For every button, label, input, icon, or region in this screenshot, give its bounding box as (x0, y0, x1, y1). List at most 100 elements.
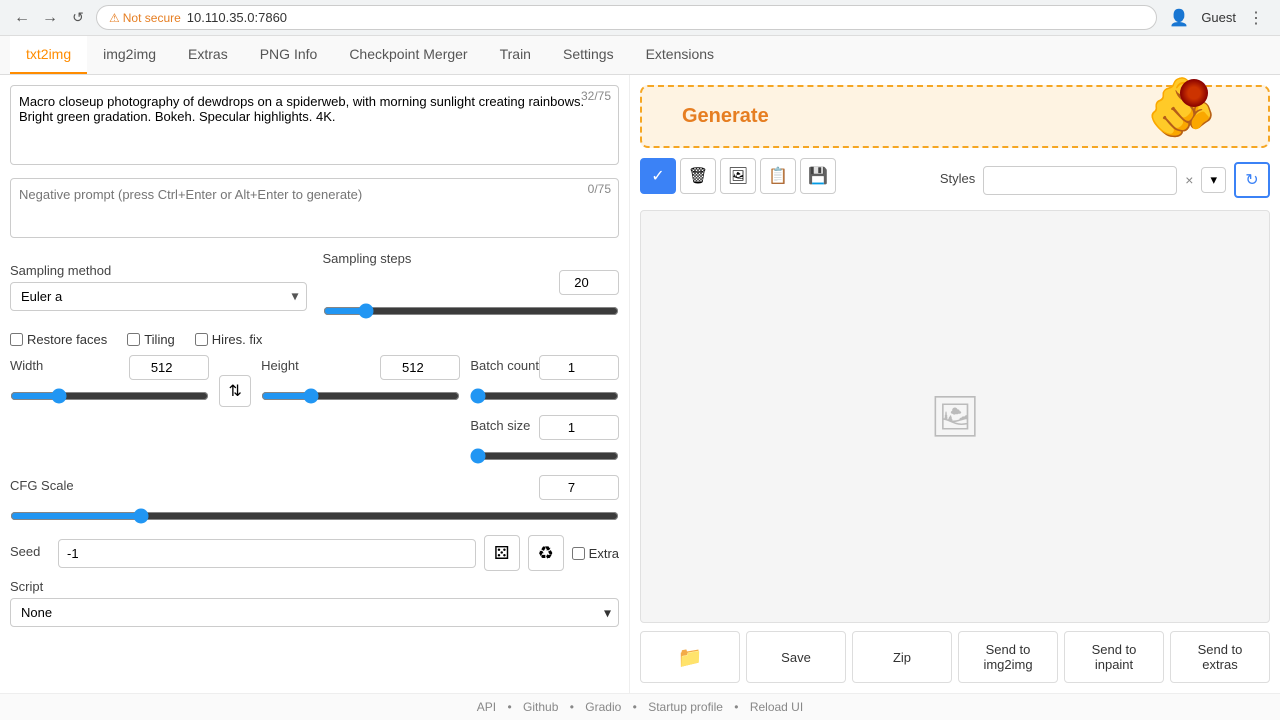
negative-token-count: 0/75 (588, 182, 611, 196)
send-to-img2img-button[interactable]: Send to img2img (958, 631, 1058, 683)
sampling-method-col: Sampling method Euler a Euler LMS Heun D… (10, 263, 307, 311)
width-col: Width (10, 355, 209, 407)
back-button[interactable]: ← (12, 8, 32, 28)
generate-button[interactable]: Generate (662, 97, 789, 136)
warning-icon: ⚠ (109, 11, 120, 25)
recycle-icon: ♻ (538, 543, 554, 564)
tiling-checkbox[interactable] (127, 333, 140, 346)
styles-input[interactable] (983, 166, 1177, 195)
sampling-method-select[interactable]: Euler a Euler LMS Heun DPM2 DPM2 a DPM++… (10, 282, 307, 311)
tab-extensions[interactable]: Extensions (630, 36, 730, 74)
send-to-extras-button[interactable]: Send to extras (1170, 631, 1270, 683)
cfg-input[interactable] (539, 475, 619, 500)
sampling-method-wrapper: Euler a Euler LMS Heun DPM2 DPM2 a DPM++… (10, 282, 307, 311)
tab-txt2img[interactable]: txt2img (10, 36, 87, 74)
seed-row: Seed ⚄ ♻ Extra (10, 535, 619, 571)
batch-size-slider[interactable] (470, 448, 619, 464)
save-button[interactable]: 💾 (800, 158, 836, 194)
dice-icon: ⚄ (494, 543, 510, 564)
sampling-method-label: Sampling method (10, 263, 307, 278)
negative-prompt-input[interactable] (10, 178, 619, 238)
footer-api-link[interactable]: API (477, 700, 496, 714)
clipboard-button[interactable]: 📋 (760, 158, 796, 194)
tab-train[interactable]: Train (484, 36, 547, 74)
browser-bar: ← → ↺ ⚠ Not secure 10.110.35.0:7860 👤 Gu… (0, 0, 1280, 36)
footer-gradio-link[interactable]: Gradio (585, 700, 621, 714)
tab-checkpoint-merger[interactable]: Checkpoint Merger (333, 36, 483, 74)
seed-dice-button[interactable]: ⚄ (484, 535, 520, 571)
action-buttons: 📁 Save Zip Send to img2img Send to inpai… (640, 631, 1270, 683)
script-select[interactable]: None (10, 598, 619, 627)
trash-button[interactable]: 🗑 (680, 158, 716, 194)
restore-faces-checkbox[interactable] (10, 333, 23, 346)
styles-label: Styles (940, 171, 975, 186)
batch-count-input[interactable] (539, 355, 619, 380)
save-image-button[interactable]: Save (746, 631, 846, 683)
image-button[interactable]: 🖼 (720, 158, 756, 194)
cursor-dot (1180, 79, 1208, 107)
account-label: Guest (1201, 10, 1236, 25)
forward-button[interactable]: → (40, 8, 60, 28)
tiling-label[interactable]: Tiling (127, 332, 175, 347)
batch-count-slider[interactable] (470, 388, 619, 404)
refresh-styles-button[interactable]: ↻ (1234, 162, 1270, 198)
toolbar-icons: ✓ 🗑 🖼 📋 💾 (640, 158, 836, 194)
tab-extras[interactable]: Extras (172, 36, 244, 74)
width-label: Width (10, 358, 43, 373)
seed-input[interactable] (58, 539, 476, 568)
swap-dimensions-button[interactable]: ⇅ (219, 375, 251, 407)
cursor-hand-icon: 🫵 (1146, 75, 1218, 140)
footer: API • Github • Gradio • Startup profile … (0, 693, 1280, 720)
sampling-steps-col: Sampling steps (323, 251, 620, 322)
checkmark-button[interactable]: ✓ (640, 158, 676, 194)
restore-faces-label[interactable]: Restore faces (10, 332, 107, 347)
positive-token-count: 32/75 (581, 89, 611, 103)
main-content: 32/75 0/75 Sampling method Euler a Euler… (0, 75, 1280, 693)
tab-settings[interactable]: Settings (547, 36, 630, 74)
positive-prompt-input[interactable] (10, 85, 619, 165)
styles-clear-button[interactable]: × (1181, 168, 1197, 192)
image-preview: 🖼 (640, 210, 1270, 623)
toolbar-row: ✓ 🗑 🖼 📋 💾 Styles × ▾ ↻ (640, 158, 1270, 202)
height-input[interactable] (380, 355, 460, 380)
styles-area: Styles × ▾ ↻ (940, 162, 1270, 198)
send-to-inpaint-button[interactable]: Send to inpaint (1064, 631, 1164, 683)
footer-github-link[interactable]: Github (523, 700, 558, 714)
tab-img2img[interactable]: img2img (87, 36, 172, 74)
seed-label: Seed (10, 544, 50, 559)
tab-png-info[interactable]: PNG Info (244, 36, 334, 74)
cfg-row: CFG Scale (10, 475, 619, 527)
sampling-controls-row: Sampling method Euler a Euler LMS Heun D… (10, 251, 619, 322)
footer-startup-profile-link[interactable]: Startup profile (648, 700, 723, 714)
sampling-steps-input[interactable] (559, 270, 619, 295)
height-label: Height (261, 358, 299, 373)
extra-checkbox-label[interactable]: Extra (572, 546, 619, 561)
batch-size-label: Batch size (470, 418, 530, 433)
cfg-slider[interactable] (10, 508, 619, 524)
batch-size-input[interactable] (539, 415, 619, 440)
width-slider[interactable] (10, 388, 209, 404)
open-folder-button[interactable]: 📁 (640, 631, 740, 683)
address-bar[interactable]: ⚠ Not secure 10.110.35.0:7860 (96, 5, 1157, 30)
width-input[interactable] (129, 355, 209, 380)
script-label: Script (10, 579, 619, 594)
footer-reload-ui-link[interactable]: Reload UI (750, 700, 803, 714)
left-panel: 32/75 0/75 Sampling method Euler a Euler… (0, 75, 630, 693)
extra-checkbox[interactable] (572, 547, 585, 560)
hires-fix-label[interactable]: Hires. fix (195, 332, 263, 347)
not-secure-indicator: ⚠ Not secure (109, 11, 181, 25)
styles-dropdown-button[interactable]: ▾ (1201, 167, 1226, 193)
right-panel: Generate 🫵 ✓ 🗑 🖼 📋 💾 (630, 75, 1280, 693)
batch-count-label: Batch count (470, 358, 539, 373)
account-button[interactable]: 👤 (1165, 4, 1193, 32)
positive-prompt-wrapper: 32/75 (10, 85, 619, 168)
menu-button[interactable]: ⋮ (1244, 4, 1268, 32)
reload-button[interactable]: ↺ (68, 8, 88, 28)
sampling-steps-slider[interactable] (323, 303, 620, 319)
zip-button[interactable]: Zip (852, 631, 952, 683)
script-select-wrapper: None ▾ (10, 598, 619, 627)
cfg-label: CFG Scale (10, 478, 74, 493)
height-slider[interactable] (261, 388, 460, 404)
seed-recycle-button[interactable]: ♻ (528, 535, 564, 571)
hires-fix-checkbox[interactable] (195, 333, 208, 346)
